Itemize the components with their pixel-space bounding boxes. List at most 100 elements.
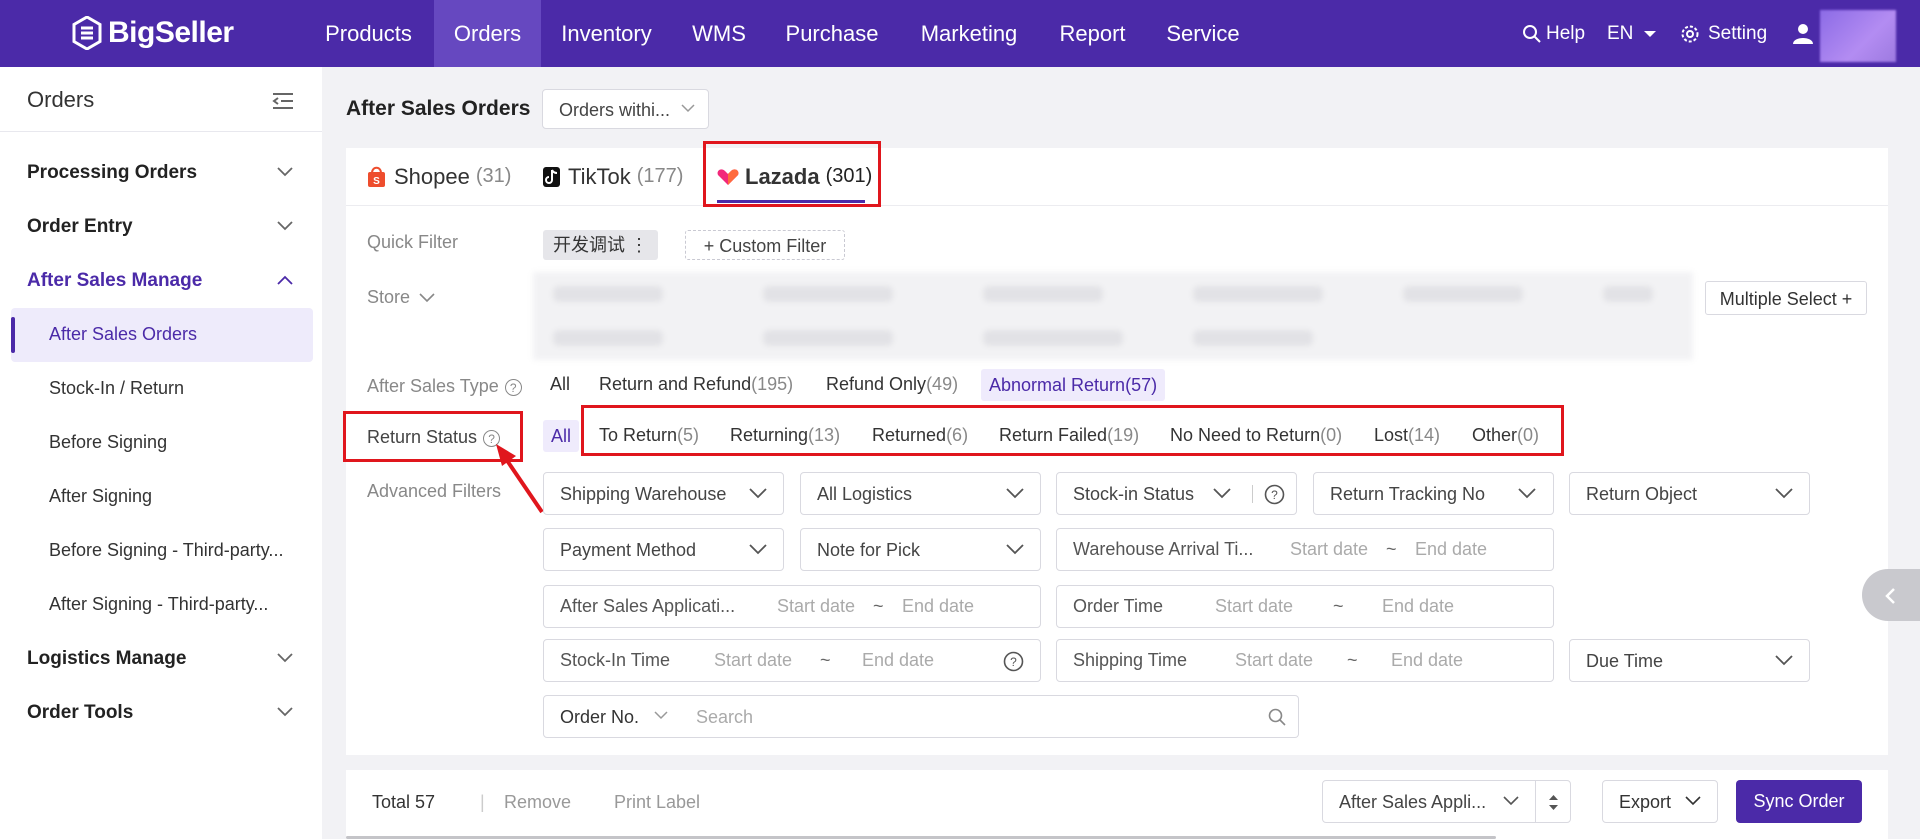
tab-shopee[interactable]: S Shopee (31) (367, 148, 511, 205)
all-logistics-select[interactable]: All Logistics (800, 472, 1041, 515)
language-label: EN (1607, 23, 1634, 44)
date-label: Warehouse Arrival Ti... (1073, 539, 1254, 559)
nav-report[interactable]: Report (1050, 0, 1135, 67)
start-date-input[interactable]: Start date (1290, 529, 1368, 569)
sidebar-item-after-signing-third-party[interactable]: After Signing - Third-party... (49, 594, 294, 615)
stock-in-status-select[interactable]: Stock-in Status ? (1056, 472, 1297, 515)
end-date-input[interactable]: End date (1415, 529, 1487, 569)
sidebar-item-stock-in-return[interactable]: Stock-In / Return (49, 378, 294, 399)
remove-button[interactable]: Remove (504, 792, 571, 813)
tab-tiktok[interactable]: TikTok (177) (543, 148, 683, 205)
select-label: Shipping Warehouse (560, 484, 727, 504)
sidebar-item-after-sales-orders[interactable]: After Sales Orders (49, 324, 294, 345)
tab-tiktok-count: (177) (636, 165, 684, 187)
search-icon[interactable] (1268, 708, 1286, 726)
order-time-range[interactable]: Order Time Start date ~ End date (1056, 585, 1554, 628)
store-label[interactable]: Store (367, 287, 435, 308)
end-date-input[interactable]: End date (1391, 640, 1463, 680)
nav-wms[interactable]: WMS (675, 0, 763, 67)
chevron-down-icon[interactable] (277, 707, 293, 717)
chevron-down-icon (1503, 795, 1519, 805)
sidebar-title: Orders (27, 87, 95, 112)
multiple-select-button[interactable]: Multiple Select + (1705, 281, 1867, 315)
quick-filter-tag[interactable]: 开发调试 ⋮ (543, 230, 659, 260)
sidebar-item-before-signing[interactable]: Before Signing (49, 432, 294, 453)
sidebar-group-order-entry[interactable]: Order Entry (27, 216, 133, 238)
avatar[interactable] (1820, 10, 1896, 62)
nav-purchase[interactable]: Purchase (773, 0, 891, 67)
start-date-input[interactable]: Start date (714, 640, 792, 680)
after-sales-application-time-range[interactable]: After Sales Applicati... Start date ~ En… (543, 585, 1041, 628)
sidebar-item-after-signing[interactable]: After Signing (49, 486, 294, 507)
bigseller-logo[interactable]: BigSeller (72, 14, 234, 52)
chevron-up-icon[interactable] (277, 275, 293, 285)
tiktok-icon (543, 166, 560, 187)
after-sales-type-refund-only[interactable]: Refund Only(49) (826, 374, 958, 395)
nav-inventory[interactable]: Inventory (548, 0, 665, 67)
user-icon[interactable] (1792, 22, 1814, 44)
chevron-down-icon[interactable] (277, 167, 293, 177)
sidebar-item-before-signing-third-party[interactable]: Before Signing - Third-party... (49, 540, 294, 561)
chevron-down-icon[interactable] (277, 221, 293, 231)
nav-orders[interactable]: Orders (434, 0, 541, 67)
chevron-down-icon (749, 487, 767, 498)
start-date-input[interactable]: Start date (1215, 586, 1293, 626)
sidebar-group-processing-orders[interactable]: Processing Orders (27, 162, 197, 184)
after-sales-type-return-refund[interactable]: Return and Refund(195) (599, 374, 793, 395)
print-label-button[interactable]: Print Label (614, 792, 700, 813)
payment-method-select[interactable]: Payment Method (543, 528, 784, 571)
after-sales-type-abnormal-return[interactable]: Abnormal Return(57) (981, 369, 1166, 401)
chevron-down-icon (1006, 487, 1024, 498)
order-no-select[interactable]: Order No. (543, 695, 683, 738)
shipping-time-range[interactable]: Shipping Time Start date ~ End date (1056, 639, 1554, 682)
sort-order-toggle[interactable] (1535, 780, 1571, 823)
warehouse-arrival-time-range[interactable]: Warehouse Arrival Ti... Start date ~ End… (1056, 528, 1554, 571)
sort-field-select[interactable]: After Sales Appli... (1322, 780, 1536, 823)
export-button[interactable]: Export (1602, 780, 1718, 823)
after-sales-type-all[interactable]: All (550, 374, 570, 395)
stock-in-time-range[interactable]: Stock-In Time Start date ~ End date ? (543, 639, 1041, 682)
nav-products[interactable]: Products (310, 0, 427, 67)
return-tracking-select[interactable]: Return Tracking No (1313, 472, 1554, 515)
tab-shopee-count: (31) (475, 165, 512, 187)
select-label: After Sales Appli... (1339, 792, 1487, 812)
shipping-warehouse-select[interactable]: Shipping Warehouse (543, 472, 784, 515)
bigseller-logo-icon (72, 16, 102, 50)
note-for-pick-select[interactable]: Note for Pick (800, 528, 1041, 571)
sidebar-group-order-tools[interactable]: Order Tools (27, 702, 133, 724)
date-label: Shipping Time (1073, 650, 1188, 670)
help-icon[interactable]: ? (1003, 651, 1024, 672)
end-date-input[interactable]: End date (902, 586, 974, 626)
date-tilde: ~ (1386, 539, 1397, 559)
due-time-select[interactable]: Due Time (1569, 639, 1810, 682)
sidebar-group-logistics-manage[interactable]: Logistics Manage (27, 648, 186, 670)
start-date-input[interactable]: Start date (777, 586, 855, 626)
sidebar-group-after-sales-manage[interactable]: After Sales Manage (27, 270, 202, 292)
collapse-menu-icon[interactable] (272, 91, 294, 111)
return-object-select[interactable]: Return Object (1569, 472, 1810, 515)
chevron-down-icon (749, 543, 767, 554)
setting-link[interactable]: Setting (1680, 0, 1767, 67)
sync-order-button[interactable]: Sync Order (1736, 780, 1862, 823)
date-tilde: ~ (1347, 650, 1358, 670)
search-input[interactable]: Search (682, 695, 1299, 738)
nav-marketing[interactable]: Marketing (899, 0, 1039, 67)
date-tilde: ~ (820, 650, 831, 670)
annotation-arrow-icon (496, 444, 544, 514)
collapse-panel-button[interactable] (1862, 569, 1920, 621)
store-list-blurred[interactable] (533, 272, 1693, 360)
svg-text:?: ? (1010, 655, 1017, 669)
end-date-input[interactable]: End date (862, 640, 934, 680)
end-date-input[interactable]: End date (1382, 586, 1454, 626)
help-link[interactable]: Help (1522, 0, 1585, 67)
nav-service[interactable]: Service (1157, 0, 1249, 67)
language-select[interactable]: EN (1607, 0, 1657, 67)
setting-label: Setting (1708, 23, 1768, 44)
chevron-down-icon (1518, 487, 1536, 498)
order-range-select[interactable]: Orders withi... (542, 89, 709, 129)
custom-filter-button[interactable]: + Custom Filter (685, 230, 845, 260)
chevron-down-icon[interactable] (277, 653, 293, 663)
help-icon[interactable]: ? (504, 378, 522, 396)
start-date-input[interactable]: Start date (1235, 640, 1313, 680)
help-icon[interactable]: ? (1264, 484, 1285, 505)
